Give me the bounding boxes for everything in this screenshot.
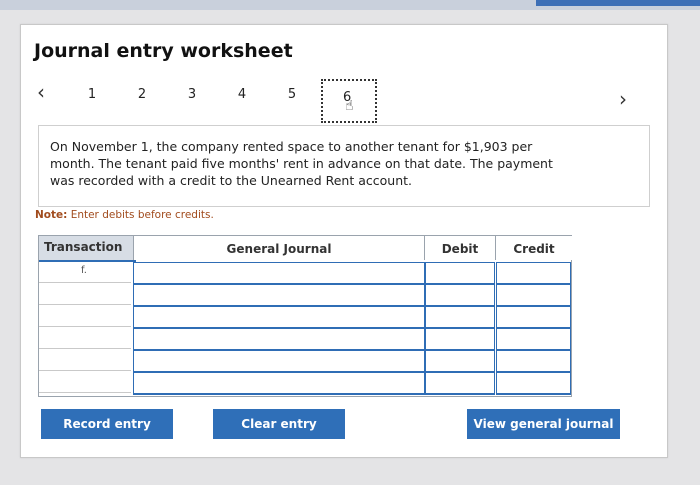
table-row: f. <box>39 262 571 285</box>
account-input[interactable] <box>133 306 425 329</box>
top-strip <box>0 0 700 10</box>
transaction-label: f. <box>81 265 87 276</box>
question-prompt: On November 1, the company rented space … <box>38 125 650 207</box>
debit-input[interactable] <box>425 306 495 329</box>
transaction-cell <box>39 328 131 349</box>
credit-input[interactable] <box>496 262 571 285</box>
step-5[interactable]: 5 <box>283 87 301 102</box>
journal-table: Transaction General Journal Debit Credit… <box>38 235 572 397</box>
hand-pointer-icon: ☝ <box>345 98 354 114</box>
transaction-cell <box>39 306 131 327</box>
view-general-journal-button[interactable]: View general journal <box>467 409 620 439</box>
worksheet-card: Journal entry worksheet ‹ 1 2 3 4 5 6 ☝ … <box>20 24 668 458</box>
debit-input[interactable] <box>425 284 495 307</box>
record-entry-button[interactable]: Record entry <box>41 409 173 439</box>
account-input[interactable] <box>133 284 425 307</box>
transaction-cell <box>39 372 131 393</box>
header-transaction: Transaction <box>39 236 136 262</box>
credit-input[interactable] <box>496 372 571 395</box>
chevron-left-icon[interactable]: ‹ <box>37 80 45 104</box>
header-general-journal: General Journal <box>133 236 424 260</box>
account-input[interactable] <box>133 350 425 373</box>
credit-input[interactable] <box>496 284 571 307</box>
table-row <box>39 306 571 329</box>
credit-input[interactable] <box>496 306 571 329</box>
note-label: Note: <box>35 209 68 221</box>
chevron-right-icon[interactable]: › <box>619 87 627 111</box>
prompt-text: On November 1, the company rented space … <box>50 139 553 188</box>
step-2[interactable]: 2 <box>133 87 151 102</box>
debit-input[interactable] <box>425 262 495 285</box>
table-row <box>39 328 571 351</box>
credit-input[interactable] <box>496 350 571 373</box>
note-text: Enter debits before credits. <box>70 209 214 221</box>
transaction-cell: f. <box>39 262 131 283</box>
page-title: Journal entry worksheet <box>34 40 293 62</box>
step-3[interactable]: 3 <box>183 87 201 102</box>
top-strip-accent <box>536 0 700 6</box>
debit-input[interactable] <box>425 328 495 351</box>
header-debit: Debit <box>424 236 495 260</box>
credit-input[interactable] <box>496 328 571 351</box>
account-input[interactable] <box>133 328 425 351</box>
debit-input[interactable] <box>425 350 495 373</box>
account-input[interactable] <box>133 372 425 395</box>
entry-note: Note: Enter debits before credits. <box>35 209 214 221</box>
transaction-cell <box>39 350 131 371</box>
step-6-active[interactable]: 6 ☝ <box>321 79 377 123</box>
header-credit: Credit <box>495 236 572 260</box>
step-1[interactable]: 1 <box>83 87 101 102</box>
table-row <box>39 284 571 307</box>
account-input[interactable] <box>133 262 425 285</box>
debit-input[interactable] <box>425 372 495 395</box>
step-4[interactable]: 4 <box>233 87 251 102</box>
table-row <box>39 372 571 395</box>
transaction-cell <box>39 284 131 305</box>
clear-entry-button[interactable]: Clear entry <box>213 409 345 439</box>
table-row <box>39 350 571 373</box>
